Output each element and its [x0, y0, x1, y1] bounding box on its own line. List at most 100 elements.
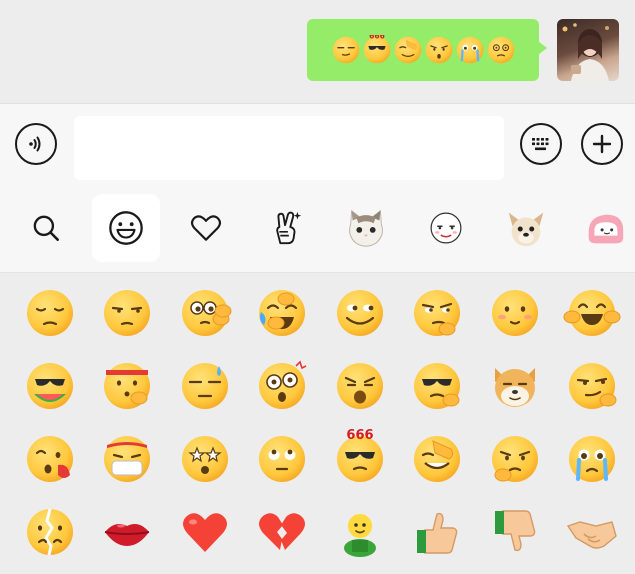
666-icon: 666: [337, 428, 383, 482]
red-heart-icon: [183, 513, 227, 552]
emoji-handshake[interactable]: [562, 502, 622, 562]
blush-icon: [492, 290, 538, 336]
crying-face-icon: [456, 36, 483, 64]
voice-button[interactable]: [15, 123, 57, 165]
emoji-lips[interactable]: [97, 502, 157, 562]
eye-roll-icon: [259, 436, 305, 482]
avatar-photo: [562, 23, 609, 81]
face-sticker-icon: [430, 212, 462, 244]
thumbs-down-icon: [495, 510, 536, 552]
666-face-icon: 666: [363, 31, 390, 64]
emoji-green-figure[interactable]: [330, 502, 390, 562]
emoji-eye-roll[interactable]: [252, 429, 312, 489]
chat-area: 666: [0, 0, 635, 103]
emoji-thumbs-up[interactable]: [407, 502, 467, 562]
bubble-emoji: [455, 35, 485, 65]
peek-glasses-icon: [414, 363, 460, 409]
svg-text:666: 666: [369, 35, 385, 40]
keyboard-button[interactable]: [520, 123, 562, 165]
watermelon-eat-icon: [27, 363, 73, 409]
message-input[interactable]: [74, 116, 504, 180]
emoji-wave[interactable]: [175, 283, 235, 343]
emoji-blush[interactable]: [485, 283, 545, 343]
thumbs-up-icon: [417, 512, 458, 554]
emoji-silly-kiss[interactable]: [20, 429, 80, 489]
avatar[interactable]: [557, 19, 619, 81]
input-bar: [0, 103, 635, 189]
sweat-icon: [182, 363, 228, 409]
emoji-peek-glasses[interactable]: [407, 356, 467, 416]
bubble-emoji: [331, 35, 361, 65]
thinking-sly-icon: [414, 290, 460, 336]
emoji-grin-sideeye[interactable]: [330, 283, 390, 343]
emoji-666[interactable]: 666: [330, 428, 390, 489]
emoji-grid: 666: [0, 273, 635, 574]
crying-icon: [569, 436, 615, 482]
emoji-shock-glasses[interactable]: [252, 356, 312, 416]
emoji-hands-laugh[interactable]: [562, 283, 622, 343]
handshake-icon: [566, 521, 617, 549]
more-button[interactable]: [581, 123, 623, 165]
emoji-upset-sweat[interactable]: [485, 429, 545, 489]
mask-sick-icon: [104, 436, 150, 482]
bubble-emoji: [486, 35, 516, 65]
emoji-open-mouth-frown[interactable]: [330, 356, 390, 416]
emoji-watermelon-eat[interactable]: [20, 356, 80, 416]
emoji-laugh-cry[interactable]: [252, 283, 312, 343]
pink-sticker-icon: [588, 214, 624, 244]
broken-face-icon: [27, 508, 73, 556]
cat-sticker-icon: [349, 209, 383, 247]
tab-face-stickers[interactable]: [412, 194, 480, 262]
sent-message-bubble[interactable]: 666: [307, 19, 547, 81]
dog-sticker-icon: [508, 212, 544, 247]
emoji-star-eyes[interactable]: [175, 429, 235, 489]
facepalm-face-icon: [394, 36, 421, 64]
open-mouth-frown-icon: [337, 363, 383, 409]
facepalm-icon: [414, 436, 460, 482]
smirk-face-icon: [332, 36, 359, 64]
broken-heart-icon: [259, 513, 305, 550]
tab-cat-stickers[interactable]: [332, 194, 400, 262]
grin-sideeye-icon: [337, 290, 383, 336]
heart-icon: [190, 215, 222, 241]
search-icon: [33, 215, 59, 241]
tab-dog-stickers[interactable]: [492, 194, 560, 262]
pensive-icon: [27, 290, 73, 336]
shock-glasses-icon: [259, 360, 307, 409]
emoji-broken-heart[interactable]: [252, 502, 312, 562]
emoji-red-heart[interactable]: [175, 502, 235, 562]
unamused-icon: [104, 290, 150, 336]
emoji-facepalm[interactable]: [407, 429, 467, 489]
hands-laugh-icon: [563, 290, 621, 336]
emoji-thumbs-down[interactable]: [485, 502, 545, 562]
tab-search[interactable]: [12, 194, 80, 262]
svg-text:666: 666: [346, 428, 373, 443]
emoji-thinking-sly[interactable]: [407, 283, 467, 343]
fighting-icon: [104, 363, 150, 409]
bubble-emoji: [393, 35, 423, 65]
emoji-sweat[interactable]: [175, 356, 235, 416]
voice-icon: [29, 136, 41, 152]
tab-pink-stickers[interactable]: [570, 194, 635, 262]
upset-sweat-icon: [492, 436, 538, 482]
tab-emoji[interactable]: [92, 194, 160, 262]
tab-favorites[interactable]: [172, 194, 240, 262]
emoji-doge[interactable]: [485, 356, 545, 416]
star-eyes-icon: [182, 436, 228, 482]
emoji-fighting[interactable]: [97, 356, 157, 416]
emoji-smirk-hand[interactable]: [562, 356, 622, 416]
emoji-pensive[interactable]: [20, 283, 80, 343]
lips-icon: [104, 524, 150, 546]
laugh-cry-icon: [259, 290, 305, 336]
tab-gestures[interactable]: [252, 194, 320, 262]
green-figure-icon: [344, 514, 376, 557]
bubble-emoji: [424, 35, 454, 65]
emoji-broken-face[interactable]: [20, 502, 80, 562]
emoji-mask-sick[interactable]: [97, 429, 157, 489]
peace-hand-icon: [276, 211, 302, 245]
emoji-unamused[interactable]: [97, 283, 157, 343]
keyboard-icon: [532, 138, 549, 151]
emoji-crying[interactable]: [562, 429, 622, 489]
shocked-face-icon: [425, 36, 452, 64]
silly-kiss-icon: [27, 436, 73, 482]
